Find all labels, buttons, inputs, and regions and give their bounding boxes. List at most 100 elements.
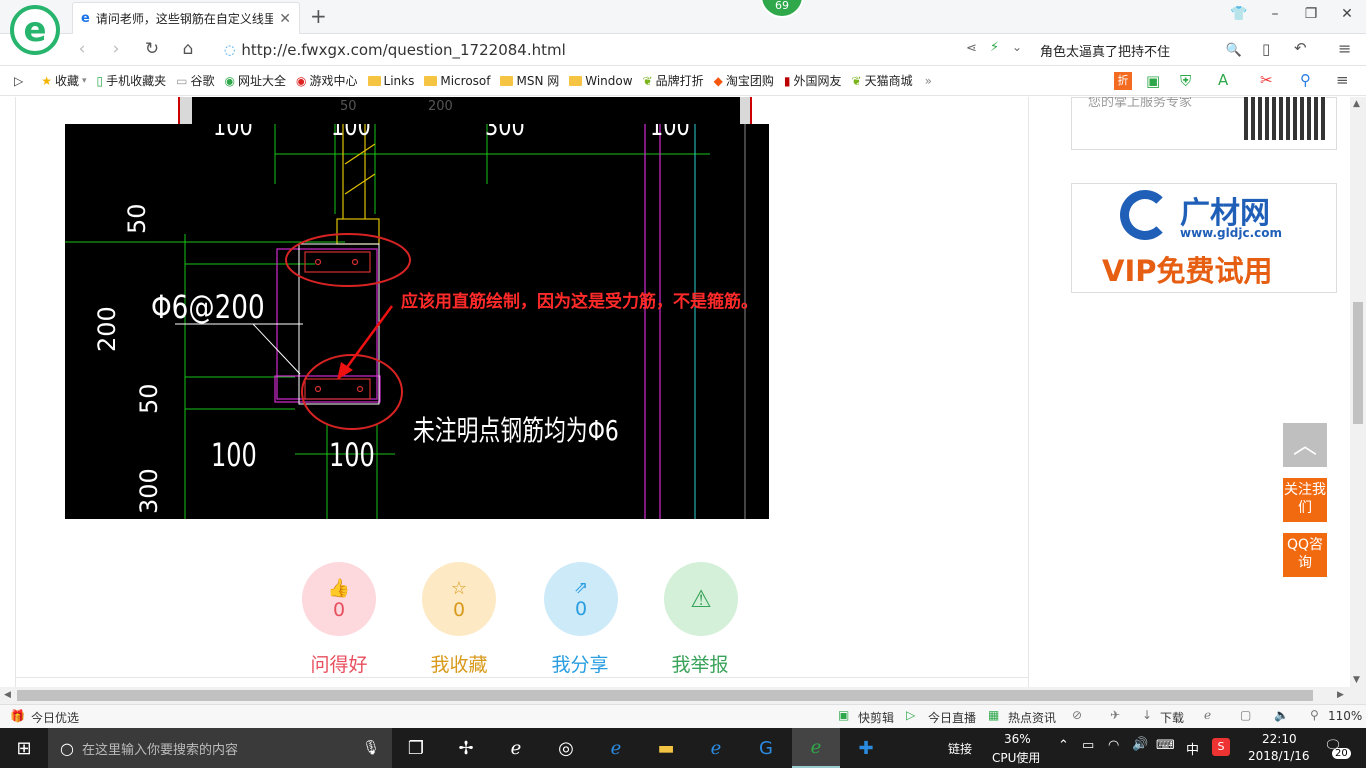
window-icon[interactable]: ▢: [1240, 708, 1251, 722]
share-button[interactable]: ⇗ 0: [544, 562, 618, 636]
more-bookmarks-icon[interactable]: »: [925, 74, 932, 88]
tray-expand-icon[interactable]: ⌃: [1058, 738, 1069, 753]
sogou-ime-icon[interactable]: S: [1212, 738, 1230, 756]
refresh-icon[interactable]: ↻: [140, 39, 164, 61]
pin-icon[interactable]: ✈: [1110, 708, 1120, 722]
vertical-scroll-thumb[interactable]: [1353, 302, 1363, 424]
clock-time[interactable]: 22:10: [1262, 732, 1297, 746]
horizontal-scroll-thumb[interactable]: [17, 690, 1313, 701]
gift-icon[interactable]: 🎁: [10, 709, 25, 723]
file-explorer-icon[interactable]: ▬: [642, 728, 690, 768]
favorite-label[interactable]: 我收藏: [409, 650, 509, 677]
bookmarks-menu-icon[interactable]: ≡: [1336, 71, 1349, 89]
advertisement-banner[interactable]: 广材网 www.gldjc.com VIP免费试用: [1071, 183, 1337, 293]
scroll-down-icon[interactable]: ▼: [1353, 675, 1360, 685]
share-label[interactable]: 我分享: [530, 650, 630, 677]
shirt-icon[interactable]: 👕: [1228, 6, 1250, 26]
zoom-level[interactable]: 110%: [1328, 709, 1362, 723]
discount-icon[interactable]: 折: [1114, 72, 1132, 90]
vertical-scrollbar[interactable]: ▲ ▼: [1350, 97, 1366, 687]
scroll-right-icon[interactable]: ▶: [1337, 690, 1344, 700]
mute-icon[interactable]: 🔈: [1274, 708, 1289, 722]
scroll-up-icon[interactable]: ▲: [1353, 99, 1360, 109]
bookmark-windows[interactable]: Window: [569, 74, 633, 88]
edge-icon[interactable]: ℯ: [592, 728, 640, 768]
undo-icon[interactable]: ↶: [1294, 39, 1307, 57]
bookmark-mobile[interactable]: ▯ 手机收藏夹: [97, 72, 167, 89]
bookmark-links[interactable]: Links: [367, 74, 414, 88]
windows-start-icon[interactable]: ⊞: [0, 728, 48, 768]
microphone-icon[interactable]: 🎙: [362, 740, 380, 756]
favorite-button[interactable]: ☆ 0: [422, 562, 496, 636]
wifi-icon[interactable]: ◠: [1108, 738, 1119, 753]
active-browser-icon[interactable]: ℯ: [792, 728, 840, 768]
live-link[interactable]: 今日直播: [928, 709, 976, 726]
bookmark-taobao[interactable]: ◆ 淘宝团购: [714, 72, 774, 89]
daily-picks-link[interactable]: 今日优选: [31, 709, 79, 726]
magnifier-icon[interactable]: ⚲: [1300, 71, 1311, 89]
shield-icon[interactable]: ⛨: [1180, 72, 1191, 90]
g-app-icon[interactable]: G: [742, 728, 790, 768]
report-button[interactable]: ⚠: [664, 562, 738, 636]
forward-icon[interactable]: ›: [104, 39, 128, 61]
scissors-icon[interactable]: ✂: [1260, 71, 1273, 89]
quick-cut-link[interactable]: 快剪辑: [858, 709, 894, 726]
ie-mode-icon[interactable]: ℯ: [1204, 708, 1211, 722]
home-icon[interactable]: ⌂: [176, 39, 200, 61]
sidebar-toggle-icon[interactable]: ▷: [14, 74, 23, 88]
download-link[interactable]: 下载: [1160, 709, 1184, 726]
search-box[interactable]: 角色太逼真了把持不住 🔍: [1040, 38, 1242, 62]
bookmark-brand-discount[interactable]: ❦ 品牌打折: [643, 72, 704, 89]
report-label[interactable]: 我举报: [650, 650, 750, 677]
bookmark-msn[interactable]: MSN 网: [500, 72, 559, 89]
address-bar[interactable]: ◌ http://e.fwxgx.com/question_1722084.ht…: [224, 39, 954, 61]
back-to-top-button[interactable]: ︿: [1283, 423, 1327, 467]
search-icon[interactable]: 🔍: [1226, 43, 1242, 58]
close-tab-icon[interactable]: ✕: [279, 11, 291, 27]
scroll-left-icon[interactable]: ◀: [4, 690, 11, 700]
news-link[interactable]: 热点资讯: [1008, 709, 1056, 726]
taskbar-search-box[interactable]: ○ 在这里输入你要搜索的内容 🎙: [48, 728, 392, 768]
internet-explorer-icon[interactable]: ℯ: [692, 728, 740, 768]
task-view-icon[interactable]: ❐: [392, 728, 440, 768]
bookmark-tmall[interactable]: ❦ 天猫商城: [852, 72, 913, 89]
restore-icon[interactable]: ❐: [1300, 6, 1322, 26]
bookmark-directory[interactable]: ◉ 网址大全: [225, 72, 287, 89]
keyboard-icon[interactable]: ⌨: [1156, 738, 1175, 753]
swirl-app-icon[interactable]: ◎: [542, 728, 590, 768]
pinwheel-app-icon[interactable]: ✢: [442, 728, 490, 768]
bookmark-google[interactable]: ▭ 谷歌: [176, 72, 214, 89]
bookmark-foreign[interactable]: ▮ 外国网友: [784, 72, 842, 89]
translate-icon[interactable]: A: [1218, 71, 1228, 89]
follow-us-button[interactable]: 关注我们: [1283, 478, 1327, 522]
battery-icon[interactable]: ▭: [1082, 738, 1094, 753]
chevron-down-icon[interactable]: ⌄: [1012, 40, 1022, 54]
good-question-label[interactable]: 问得好: [289, 650, 389, 677]
mobile-icon[interactable]: ▯: [1262, 40, 1270, 58]
share-page-icon[interactable]: ⋖: [966, 41, 977, 56]
browser-tab[interactable]: e 请问老师，这些钢筋在自定义线里 ✕: [72, 2, 300, 34]
notification-badge[interactable]: 69: [760, 0, 804, 18]
plus-app-icon[interactable]: ✚: [842, 728, 890, 768]
new-tab-button[interactable]: +: [310, 4, 327, 28]
ime-indicator[interactable]: 中: [1186, 739, 1199, 758]
menu-icon[interactable]: ≡: [1338, 39, 1351, 58]
link-toolbar[interactable]: 链接: [948, 740, 972, 757]
volume-icon[interactable]: 🔊: [1132, 737, 1148, 752]
qq-consult-button[interactable]: QQ咨询: [1283, 533, 1327, 577]
close-window-icon[interactable]: ✕: [1336, 6, 1358, 26]
bookmark-favorites[interactable]: ★ 收藏 ▾: [41, 72, 86, 89]
horizontal-scrollbar[interactable]: ◀ ▶: [0, 687, 1366, 704]
speed-icon[interactable]: ⊘: [1072, 708, 1082, 722]
book-icon[interactable]: ▣: [1146, 72, 1160, 90]
browser-logo-icon[interactable]: e: [10, 5, 60, 55]
good-question-button[interactable]: 👍 0: [302, 562, 376, 636]
bookmark-microsoft[interactable]: Microsof: [424, 74, 490, 88]
back-icon[interactable]: ‹: [70, 39, 94, 61]
minimize-icon[interactable]: –: [1264, 6, 1286, 26]
bookmark-games[interactable]: ◉ 游戏中心: [296, 72, 358, 89]
lightning-icon[interactable]: ⚡: [990, 40, 999, 55]
edge-legacy-icon[interactable]: ℯ: [492, 728, 540, 768]
clock-date[interactable]: 2018/1/16: [1248, 749, 1310, 763]
quick-cut-icon: ▣: [838, 708, 850, 722]
